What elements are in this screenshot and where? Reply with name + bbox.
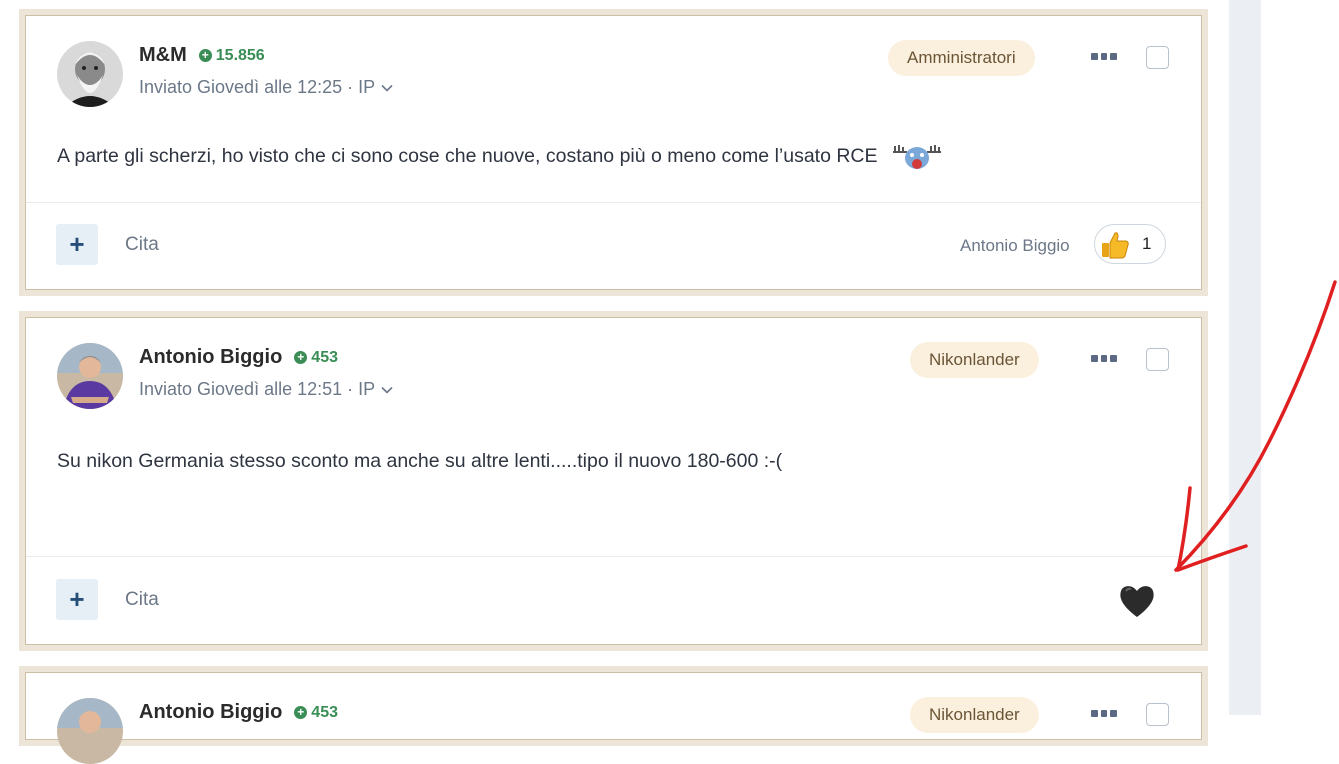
author-name-text[interactable]: Antonio Biggio: [139, 701, 282, 724]
plus-circle-icon: +: [198, 49, 212, 62]
role-badge: Nikonlander: [910, 342, 1039, 378]
avatar[interactable]: [57, 41, 123, 107]
reputation-badge[interactable]: + 15.856: [198, 46, 265, 65]
avatar[interactable]: [57, 343, 123, 409]
post-meta: Inviato Giovedì alle 12:51 · IP: [139, 379, 393, 400]
post-select-checkbox[interactable]: [1146, 46, 1169, 69]
post-card: Antonio Biggio + 453 Inviato Giovedì all…: [19, 311, 1208, 651]
author-name[interactable]: M&M + 15.856: [139, 44, 265, 67]
more-options-icon[interactable]: [1091, 710, 1118, 718]
more-options-icon[interactable]: [1091, 53, 1118, 61]
post-content: Su nikon Germania stesso sconto ma anche…: [57, 450, 782, 473]
author-name[interactable]: Antonio Biggio + 453: [139, 701, 338, 724]
reputation-badge[interactable]: + 453: [294, 349, 338, 367]
reaction-button[interactable]: 1: [1094, 224, 1166, 264]
post-divider: [26, 202, 1201, 203]
post-body: M&M + 15.856 Inviato Giovedì alle 12:25 …: [25, 15, 1202, 290]
post-date: Inviato Giovedì alle 12:51 · IP: [139, 379, 376, 399]
post-text: Su nikon Germania stesso sconto ma anche…: [57, 450, 783, 472]
more-options-icon[interactable]: [1091, 355, 1118, 363]
plus-circle-icon: +: [294, 351, 308, 364]
reputation-count: 453: [311, 703, 338, 721]
post-divider: [26, 556, 1201, 557]
quote-button[interactable]: Cita: [125, 589, 159, 611]
reaction-count: 1: [1142, 234, 1152, 253]
post-date: Inviato Giovedì alle 12:25 · IP: [139, 77, 376, 97]
multiquote-add-button[interactable]: +: [56, 224, 98, 265]
role-badge: Nikonlander: [910, 697, 1039, 733]
post-text: A parte gli scherzi, ho visto che ci son…: [57, 145, 878, 168]
author-name[interactable]: Antonio Biggio + 453: [139, 346, 338, 369]
post-body: Antonio Biggio + 453 Nikonlander: [25, 672, 1202, 764]
post-content: A parte gli scherzi, ho visto che ci son…: [57, 142, 943, 172]
multiquote-add-button[interactable]: +: [56, 579, 98, 620]
post-body: Antonio Biggio + 453 Inviato Giovedì all…: [25, 317, 1202, 645]
quote-button[interactable]: Cita: [125, 234, 159, 256]
reputation-count: 453: [311, 348, 338, 366]
post-select-checkbox[interactable]: [1146, 348, 1169, 371]
black-heart-icon[interactable]: [1117, 581, 1157, 621]
post-card: M&M + 15.856 Inviato Giovedì alle 12:25 …: [19, 9, 1208, 296]
chevron-down-icon[interactable]: [381, 84, 393, 92]
chevron-down-icon[interactable]: [381, 386, 393, 394]
plus-circle-icon: +: [294, 706, 308, 719]
author-name-text[interactable]: Antonio Biggio: [139, 346, 282, 369]
avatar[interactable]: [57, 698, 123, 764]
post-meta: Inviato Giovedì alle 12:25 · IP: [139, 77, 393, 98]
right-sidebar-rail: [1229, 0, 1261, 715]
moose-emoji-icon: [892, 145, 941, 169]
reacted-by-name[interactable]: Antonio Biggio: [960, 236, 1070, 256]
reputation-count: 15.856: [215, 46, 265, 64]
thumbs-up-icon: [1102, 232, 1129, 259]
role-badge: Amministratori: [888, 40, 1035, 76]
reputation-badge[interactable]: + 453: [294, 704, 338, 722]
post-card: Antonio Biggio + 453 Nikonlander: [19, 666, 1208, 764]
author-name-text[interactable]: M&M: [139, 44, 187, 67]
